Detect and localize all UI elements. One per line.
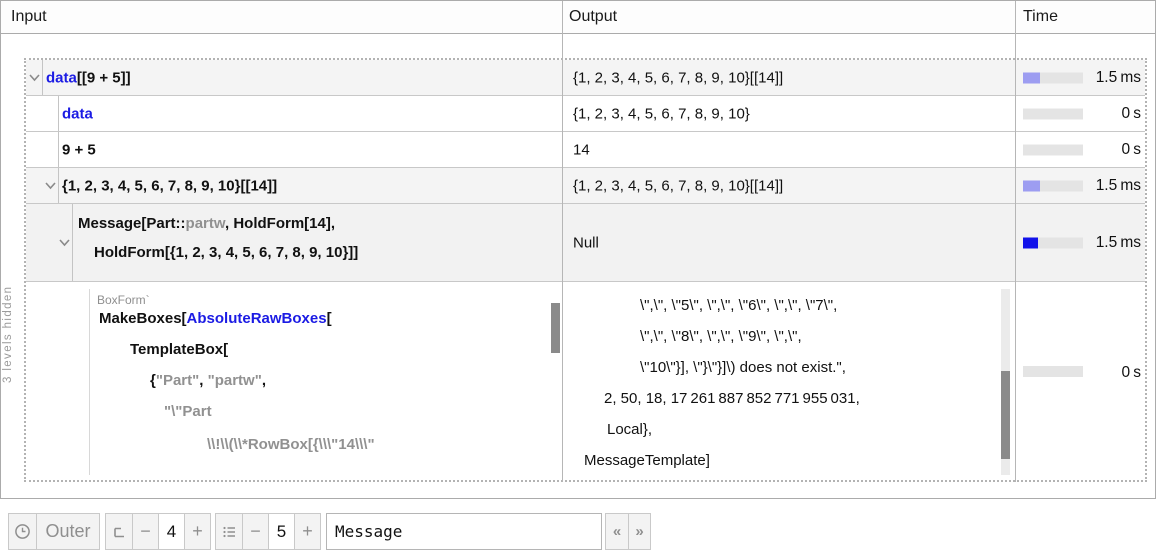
depth-decrement-button[interactable]: − <box>132 514 158 549</box>
input-code-line: "\"Part <box>164 403 212 420</box>
output-scroll-pane[interactable]: \",\", \"5\", \",\", \"6\", \",\", \"7\"… <box>567 289 1013 475</box>
trace-table-frame: Input Output Time data[[9 + 5]] {1, 2, 3… <box>0 0 1156 499</box>
output-code-line: 2, 50, 18, 17 261 887 852 771 955 031, <box>604 390 860 407</box>
chevron-down-icon[interactable] <box>28 73 41 82</box>
clock-icon <box>14 523 31 540</box>
context-label: BoxForm` <box>97 293 150 307</box>
input-expression: {1, 2, 3, 4, 5, 6, 7, 8, 9, 10}[[14]] <box>62 177 277 194</box>
table-header: Input Output Time <box>1 1 1155 34</box>
table-row[interactable]: BoxForm` MakeBoxes[AbsoluteRawBoxes[ Tem… <box>26 282 1145 480</box>
input-scroll-pane[interactable]: BoxForm` MakeBoxes[AbsoluteRawBoxes[ Tem… <box>89 289 560 475</box>
items-increment-button[interactable]: + <box>294 514 320 549</box>
scrollbar-thumb[interactable] <box>1001 371 1010 459</box>
trace-viewer: Input Output Time data[[9 + 5]] {1, 2, 3… <box>0 0 1156 556</box>
time-value: 1.5 ms <box>1096 234 1141 252</box>
indent-guide <box>58 168 59 203</box>
time-bar-fill <box>1023 180 1040 191</box>
depth-stepper: − 4 + <box>105 513 211 550</box>
outer-button[interactable]: Outer <box>36 514 99 549</box>
depth-increment-button[interactable]: + <box>184 514 210 549</box>
output-expression: {1, 2, 3, 4, 5, 6, 7, 8, 9, 10}[[14]] <box>573 69 783 86</box>
chevron-down-icon[interactable] <box>44 181 57 190</box>
column-header-input: Input <box>11 1 47 33</box>
table-row[interactable]: data {1, 2, 3, 4, 5, 6, 7, 8, 9, 10} 0 s <box>26 96 1145 132</box>
list-icon <box>221 524 237 540</box>
output-code-line: \"10\"}], \"}\"}]\) does not exist.", <box>640 359 846 376</box>
input-expression: 9 + 5 <box>62 141 96 158</box>
output-expression: {1, 2, 3, 4, 5, 6, 7, 8, 9, 10} <box>573 105 750 122</box>
input-expression-line: HoldForm[{1, 2, 3, 4, 5, 6, 7, 8, 9, 10}… <box>94 244 358 261</box>
input-code-line: \\!\\(\\*RowBox[{\\\"14\\\" <box>207 436 375 453</box>
column-divider-input-output <box>562 1 563 482</box>
nav-group: « » <box>605 513 651 550</box>
table-row[interactable]: data[[9 + 5]] {1, 2, 3, 4, 5, 6, 7, 8, 9… <box>26 60 1145 96</box>
column-header-output: Output <box>569 1 617 33</box>
output-code-line: \",\", \"8\", \",\", \"9\", \",\", <box>640 328 802 345</box>
output-expression: 14 <box>573 141 590 158</box>
time-bar-fill <box>1023 237 1038 248</box>
time-bar <box>1023 144 1083 155</box>
output-expression: Null <box>573 234 599 251</box>
output-expression: {1, 2, 3, 4, 5, 6, 7, 8, 9, 10}[[14]] <box>573 177 783 194</box>
clock-button[interactable] <box>9 514 36 549</box>
time-value: 0 s <box>1122 364 1141 382</box>
output-code-line: MessageTemplate] <box>584 452 710 469</box>
input-expression: data <box>62 105 93 122</box>
items-decrement-button[interactable]: − <box>242 514 268 549</box>
depth-value[interactable]: 4 <box>158 514 184 549</box>
input-expression-line: Message[Part::partw, HoldForm[14], <box>78 215 335 232</box>
indent-guide <box>58 132 59 167</box>
outer-mode-group: Outer <box>8 513 100 550</box>
toolbar: Outer − 4 + − 5 + « » <box>0 513 1156 551</box>
time-bar <box>1023 180 1083 191</box>
next-match-button[interactable]: » <box>628 514 650 549</box>
column-header-time: Time <box>1023 1 1058 33</box>
list-length-button[interactable] <box>216 514 242 549</box>
tree-depth-button[interactable] <box>106 514 132 549</box>
time-bar <box>1023 237 1083 248</box>
column-divider-output-time <box>1015 1 1016 482</box>
indent-guide <box>42 60 43 95</box>
indent-guide <box>58 96 59 131</box>
table-row[interactable]: Message[Part::partw, HoldForm[14], HoldF… <box>26 204 1145 282</box>
output-code-line: \",\", \"5\", \",\", \"6\", \",\", \"7\"… <box>640 297 837 314</box>
trace-rows-region: data[[9 + 5]] {1, 2, 3, 4, 5, 6, 7, 8, 9… <box>24 58 1147 482</box>
output-code-line: Local}, <box>607 421 652 438</box>
input-expression: data[[9 + 5]] <box>46 69 131 86</box>
tree-depth-icon <box>111 524 127 540</box>
scrollbar-thumb[interactable] <box>551 303 560 353</box>
time-value: 0 s <box>1122 105 1141 123</box>
items-value[interactable]: 5 <box>268 514 294 549</box>
table-row[interactable]: {1, 2, 3, 4, 5, 6, 7, 8, 9, 10}[[14]] {1… <box>26 168 1145 204</box>
time-bar-fill <box>1023 72 1040 83</box>
filter-input[interactable] <box>326 513 602 550</box>
time-value: 0 s <box>1122 141 1141 159</box>
chevron-down-icon[interactable] <box>58 238 71 247</box>
previous-match-button[interactable]: « <box>606 514 628 549</box>
table-row[interactable]: 9 + 5 14 0 s <box>26 132 1145 168</box>
input-code-line: {"Part", "partw", <box>150 372 266 389</box>
time-bar <box>1023 72 1083 83</box>
time-bar <box>1023 366 1083 377</box>
input-code-line: MakeBoxes[AbsoluteRawBoxes[ <box>99 310 332 327</box>
items-stepper: − 5 + <box>215 513 321 550</box>
hidden-levels-note: 3 levels hidden <box>2 183 18 383</box>
input-code-line: TemplateBox[ <box>130 341 228 358</box>
indent-guide <box>72 204 73 281</box>
time-value: 1.5 ms <box>1096 177 1141 195</box>
time-value: 1.5 ms <box>1096 69 1141 87</box>
time-bar <box>1023 108 1083 119</box>
